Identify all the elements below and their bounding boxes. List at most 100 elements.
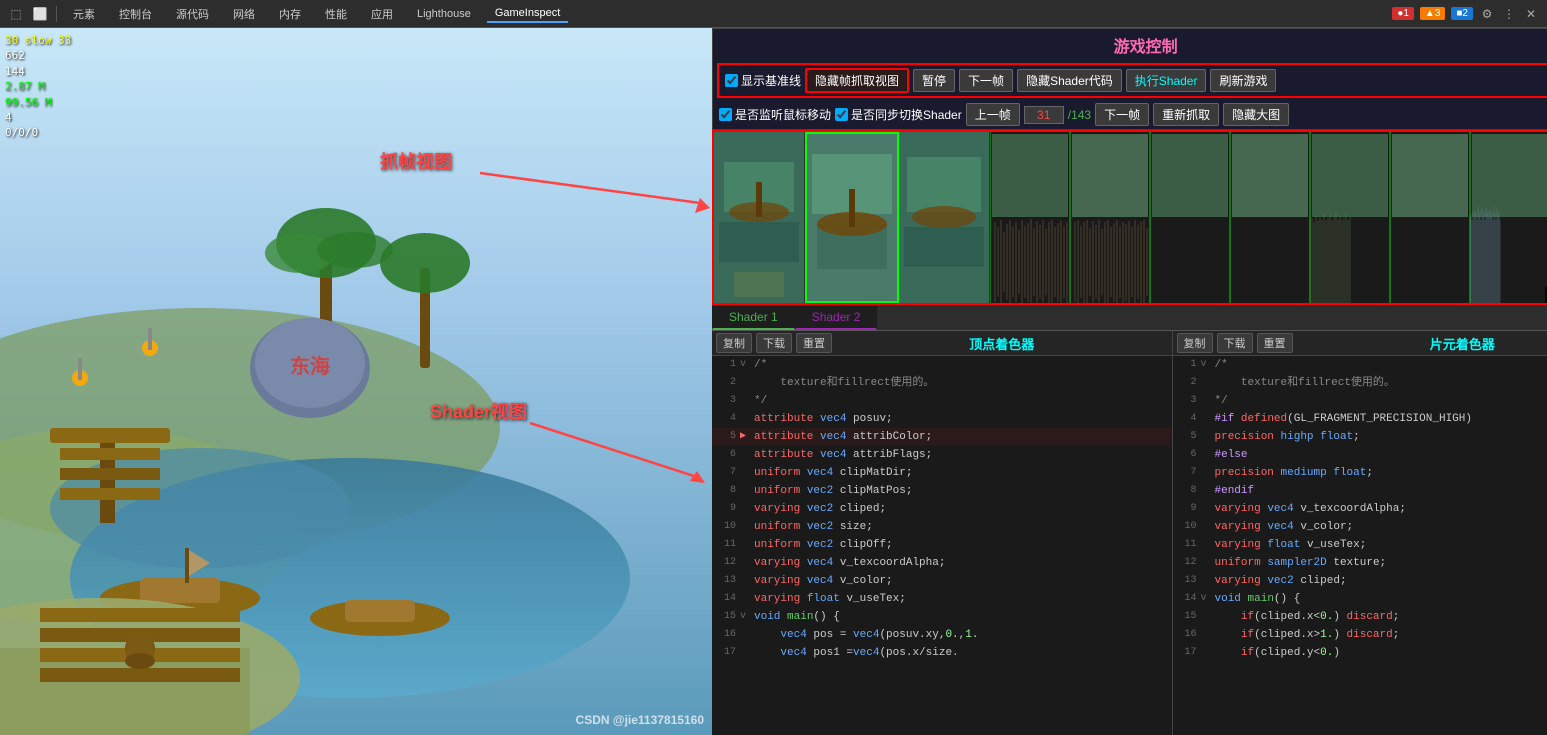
close-window-icon[interactable]: ✕ bbox=[1523, 6, 1539, 22]
code-line-v1: 1 v /* bbox=[712, 356, 1172, 374]
code-line-v7: 7 uniform vec4 clipMatDir; bbox=[712, 464, 1172, 482]
code-line-v9: 9 varying vec2 cliped; bbox=[712, 500, 1172, 518]
tab-gameinspect[interactable]: GameInspect bbox=[487, 5, 568, 23]
fragment-reset-button[interactable]: 重置 bbox=[1257, 333, 1293, 353]
tab-application[interactable]: 应用 bbox=[363, 4, 401, 24]
prev-frame-button[interactable]: 上一帧 bbox=[966, 103, 1020, 126]
show-baseline-checkbox[interactable]: 显示基准线 bbox=[725, 72, 801, 89]
code-line-v10: 10 uniform vec2 size; bbox=[712, 518, 1172, 536]
frame-total: /143 bbox=[1068, 108, 1091, 122]
vertex-shader-toolbar: 复制 下载 重置 顶点着色器 bbox=[712, 331, 1172, 356]
error-badge: ●1 bbox=[1392, 7, 1414, 20]
shader-tab-2[interactable]: Shader 2 bbox=[795, 305, 878, 330]
game-scene: 东海 bbox=[0, 28, 712, 735]
tab-network[interactable]: 网络 bbox=[225, 4, 263, 24]
frame-waveform: frame info... bbox=[990, 132, 1547, 303]
tab-sources[interactable]: 源代码 bbox=[168, 4, 217, 24]
capture-arrow bbox=[480, 163, 710, 223]
frame-viewer: frame info... bbox=[712, 130, 1547, 305]
capture-label: 抓帧视图 bbox=[380, 148, 452, 174]
fragment-shader-editor: 复制 下载 重置 片元着色器 1 v /* bbox=[1173, 331, 1547, 735]
pause-button[interactable]: 暂停 bbox=[913, 69, 955, 92]
frame-item-1[interactable] bbox=[714, 132, 805, 303]
code-line-f11: 11 varying float v_useTex; bbox=[1173, 536, 1547, 554]
game-panel: 东海 bbox=[0, 28, 712, 735]
shader-editors: 复制 下载 重置 顶点着色器 1 v /* bbox=[712, 331, 1547, 735]
gear-icon[interactable]: ⚙ bbox=[1479, 6, 1495, 22]
control-row-2: 是否监听鼠标移动 是否同步切换Shader 上一帧 /143 下一帧 重新抓取 … bbox=[713, 100, 1547, 129]
fragment-download-button[interactable]: 下载 bbox=[1217, 333, 1253, 353]
code-line-f2: 2 texture和fillrect使用的。 bbox=[1173, 374, 1547, 392]
code-line-f10: 10 varying vec4 v_color; bbox=[1173, 518, 1547, 536]
inspect-icon[interactable]: ⬜ bbox=[32, 6, 48, 22]
vertex-shader-title: 顶点着色器 bbox=[836, 334, 1168, 353]
more-icon[interactable]: ⋮ bbox=[1501, 6, 1517, 22]
vertex-shader-editor: 复制 下载 重置 顶点着色器 1 v /* bbox=[712, 331, 1173, 735]
code-line-f3: 3 */ bbox=[1173, 392, 1547, 410]
next-frame-button-1[interactable]: 下一帧 bbox=[959, 69, 1013, 92]
svg-text:东海: 东海 bbox=[290, 354, 330, 378]
fragment-shader-toolbar: 复制 下载 重置 片元着色器 bbox=[1173, 331, 1547, 356]
code-line-v2: 2 texture和fillrect使用的。 bbox=[712, 374, 1172, 392]
vertex-copy-button[interactable]: 复制 bbox=[716, 333, 752, 353]
game-control-title: 游戏控制 bbox=[717, 29, 1547, 61]
shader-tabs: Shader 1 Shader 2 bbox=[712, 305, 1547, 331]
main-content: 东海 bbox=[0, 28, 1547, 735]
exec-shader-button[interactable]: 执行Shader bbox=[1126, 69, 1207, 92]
code-line-f6: 6 #else bbox=[1173, 446, 1547, 464]
code-line-f1: 1 v /* bbox=[1173, 356, 1547, 374]
vertex-shader-code[interactable]: 1 v /* 2 texture和fillrect使用的。 3 bbox=[712, 356, 1172, 735]
shader-arrow bbox=[530, 413, 710, 493]
code-line-f13: 13 varying vec2 cliped; bbox=[1173, 572, 1547, 590]
devtools-panel: 游戏控制 ? ✕ 显示基准线 隐藏帧抓取视图 暂停 下一帧 隐藏Shader代码… bbox=[712, 28, 1547, 735]
shader-section: Shader 1 Shader 2 复制 下载 重置 顶点着色器 bbox=[712, 305, 1547, 735]
fragment-shader-title: 片元着色器 bbox=[1297, 334, 1547, 353]
shader-tab-1[interactable]: Shader 1 bbox=[712, 305, 795, 330]
frame-item-2[interactable] bbox=[805, 132, 899, 303]
vertex-download-button[interactable]: 下载 bbox=[756, 333, 792, 353]
fragment-copy-button[interactable]: 复制 bbox=[1177, 333, 1213, 353]
code-line-v8: 8 uniform vec2 clipMatPos; bbox=[712, 482, 1172, 500]
code-line-v11: 11 uniform vec2 clipOff; bbox=[712, 536, 1172, 554]
code-line-f5: 5 precision highp float; bbox=[1173, 428, 1547, 446]
browser-toolbar: ⬚ ⬜ 元素 控制台 源代码 网络 内存 性能 应用 Lighthouse Ga… bbox=[0, 0, 1547, 28]
tab-console[interactable]: 控制台 bbox=[111, 4, 160, 24]
frame-strip: frame info... bbox=[714, 132, 1547, 303]
next-frame-button-2[interactable]: 下一帧 bbox=[1095, 103, 1149, 126]
tab-memory[interactable]: 内存 bbox=[271, 4, 309, 24]
code-line-v17: 17 vec4 pos1 =vec4(pos.x/size. bbox=[712, 644, 1172, 662]
game-scene-svg: 东海 bbox=[0, 28, 712, 735]
recapture-button[interactable]: 重新抓取 bbox=[1153, 103, 1219, 126]
shader-label: Shader视图 bbox=[430, 398, 527, 424]
toolbar-separator bbox=[56, 6, 57, 22]
code-line-f15: 15 if(cliped.x<0.) discard; bbox=[1173, 608, 1547, 626]
code-line-v15: 15 v void main() { bbox=[712, 608, 1172, 626]
game-overlay-stats: 30 slow 33 662 144 2.87 M 99.56 M 4 0/0/… bbox=[5, 33, 71, 141]
sync-shader-checkbox[interactable]: 是否同步切换Shader bbox=[835, 106, 962, 123]
control-row-1: 显示基准线 隐藏帧抓取视图 暂停 下一帧 隐藏Shader代码 执行Shader… bbox=[717, 63, 1547, 98]
code-line-v4: 4 attribute vec4 posuv; bbox=[712, 410, 1172, 428]
code-line-v14: 14 varying float v_useTex; bbox=[712, 590, 1172, 608]
code-line-f14: 14 v void main() { bbox=[1173, 590, 1547, 608]
code-line-f17: 17 if(cliped.y<0.) bbox=[1173, 644, 1547, 662]
mouse-listen-checkbox[interactable]: 是否监听鼠标移动 bbox=[719, 106, 831, 123]
frame-item-3[interactable] bbox=[899, 132, 990, 303]
hide-big-button[interactable]: 隐藏大图 bbox=[1223, 103, 1289, 126]
vertex-reset-button[interactable]: 重置 bbox=[796, 333, 832, 353]
capture-view-button[interactable]: 隐藏帧抓取视图 bbox=[805, 68, 909, 93]
code-line-v5: 5 ▶ attribute vec4 attribColor; bbox=[712, 428, 1172, 446]
warn-badge: ▲3 bbox=[1420, 7, 1445, 20]
info-badge: ■2 bbox=[1451, 7, 1473, 20]
code-line-f12: 12 uniform sampler2D texture; bbox=[1173, 554, 1547, 572]
fragment-shader-code[interactable]: 1 v /* 2 texture和fillrect使用的。 3 bbox=[1173, 356, 1547, 735]
tab-elements[interactable]: 元素 bbox=[65, 4, 103, 24]
cursor-icon[interactable]: ⬚ bbox=[8, 6, 24, 22]
frame-number-input[interactable] bbox=[1024, 106, 1064, 124]
tab-lighthouse[interactable]: Lighthouse bbox=[409, 6, 479, 22]
toolbar-right: ●1 ▲3 ■2 ⚙ ⋮ ✕ bbox=[1392, 6, 1539, 22]
code-line-v12: 12 varying vec4 v_texcoordAlpha; bbox=[712, 554, 1172, 572]
tab-performance[interactable]: 性能 bbox=[317, 4, 355, 24]
refresh-button[interactable]: 刷新游戏 bbox=[1210, 69, 1276, 92]
code-line-v6: 6 attribute vec4 attribFlags; bbox=[712, 446, 1172, 464]
hide-shader-button[interactable]: 隐藏Shader代码 bbox=[1017, 69, 1122, 92]
